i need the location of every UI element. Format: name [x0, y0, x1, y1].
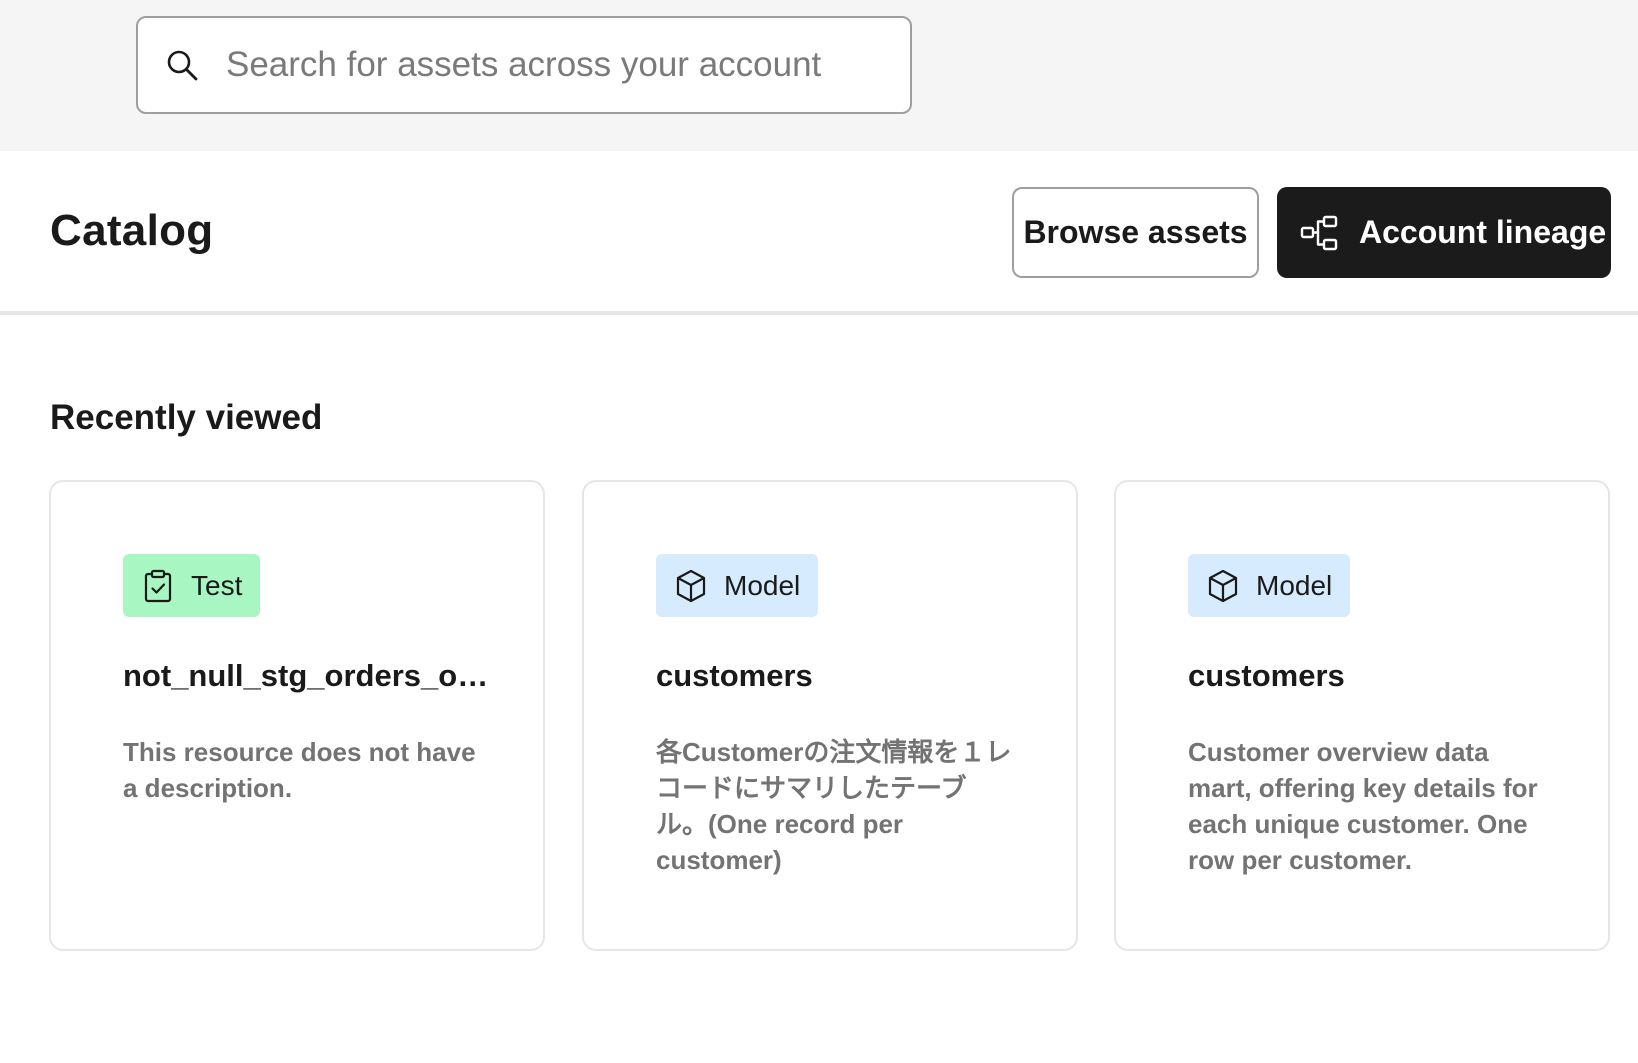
asset-name: customers: [656, 658, 813, 693]
asset-description: This resource does not have a descriptio…: [123, 737, 476, 803]
search-input[interactable]: [226, 35, 910, 95]
search-band: [0, 0, 1638, 151]
type-badge: Model: [1188, 554, 1351, 617]
type-badge: Model: [656, 554, 819, 617]
page-title: Catalog: [50, 206, 214, 255]
type-badge-label: Model: [1256, 569, 1333, 601]
cube-icon: [674, 569, 708, 603]
search-box[interactable]: [136, 16, 912, 114]
type-badge-label: Model: [724, 569, 801, 601]
asset-name: not_null_stg_orders_or...: [123, 658, 493, 693]
type-badge: Test: [123, 554, 261, 617]
section-title-recently-viewed: Recently viewed: [50, 398, 323, 437]
asset-description: 各Customerの注文情報を１レコードにサマリしたテーブル。(One reco…: [656, 737, 1012, 875]
asset-name: customers: [1188, 658, 1345, 693]
search-icon: [164, 47, 200, 83]
account-lineage-label: Account lineage: [1359, 214, 1607, 250]
cube-icon: [1206, 569, 1240, 603]
asset-card[interactable]: Model customers 各Customerの注文情報を１レコードにサマリ…: [582, 480, 1078, 951]
catalog-header: Catalog Browse assets Account lineage: [0, 151, 1638, 315]
asset-card[interactable]: Test not_null_stg_orders_or... This reso…: [49, 480, 545, 951]
asset-card[interactable]: Model customers Customer overview data m…: [1114, 480, 1610, 951]
clipboard-check-icon: [141, 569, 175, 603]
lineage-icon: [1299, 213, 1339, 253]
browse-assets-button[interactable]: Browse assets: [1012, 187, 1259, 278]
account-lineage-button[interactable]: Account lineage: [1277, 187, 1611, 278]
browse-assets-label: Browse assets: [1023, 214, 1248, 250]
asset-description: Customer overview data mart, offering ke…: [1188, 737, 1538, 875]
type-badge-label: Test: [191, 569, 243, 601]
